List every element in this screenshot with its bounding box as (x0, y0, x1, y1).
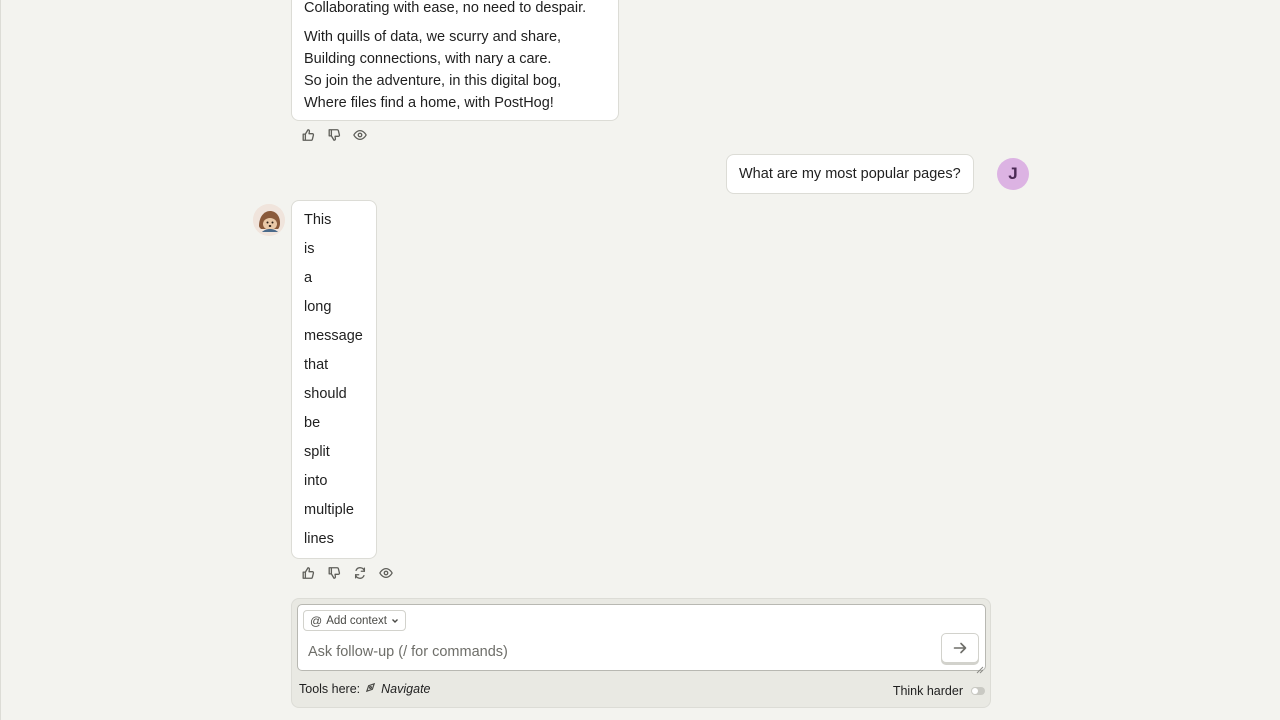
message-line: Where files find a home, with PostHog! (304, 95, 554, 111)
message-word: lines (304, 531, 334, 547)
user-avatar: J (997, 158, 1029, 190)
retry-button[interactable] (347, 563, 373, 583)
message-word: a (304, 270, 313, 286)
message-word: multiple (304, 502, 354, 518)
thumbs-up-button[interactable] (295, 125, 321, 145)
resize-grip-icon (976, 666, 984, 674)
message-line: So join the adventure, in this digital b… (304, 73, 562, 89)
hedgehog-avatar-icon (253, 204, 285, 236)
thumbs-down-icon (328, 567, 341, 579)
retry-icon (354, 567, 366, 579)
thumbs-down-icon (328, 129, 341, 141)
send-button[interactable] (941, 633, 979, 663)
message-actions (295, 563, 399, 583)
eye-icon (353, 129, 367, 141)
tools-label: Tools here: (299, 682, 361, 696)
tool-navigate: Navigate (381, 682, 431, 696)
message-word: be (304, 415, 321, 431)
at-icon: @ (310, 613, 323, 628)
resize-handle[interactable] (976, 661, 984, 674)
message-word: that (304, 357, 329, 373)
message-line: Collaborating with ease, no need to desp… (304, 0, 587, 16)
message-composer: @ Add context Tools here: Navigate Think… (291, 598, 991, 708)
page-left-border (0, 0, 1, 720)
message-word: is (304, 241, 315, 257)
thumbs-up-icon (302, 129, 315, 141)
thumbs-down-button[interactable] (321, 125, 347, 145)
add-context-button[interactable]: @ Add context (303, 610, 406, 631)
user-message: What are my most popular pages? (726, 154, 974, 194)
message-word: should (304, 386, 347, 402)
message-line: Building connections, with nary a care. (304, 51, 552, 67)
message-word: message (304, 328, 363, 344)
assistant-message-poem: Collaborating with ease, no need to desp… (291, 0, 619, 121)
think-harder-toggle[interactable] (971, 687, 985, 695)
message-word: long (304, 299, 332, 315)
assistant-message-long: This is a long message that should be sp… (291, 200, 377, 559)
follow-up-input[interactable] (308, 641, 928, 663)
view-trace-button[interactable] (373, 563, 399, 583)
eye-icon (379, 567, 393, 579)
think-harder-label: Think harder (892, 684, 963, 698)
message-line: With quills of data, we scurry and share… (304, 29, 562, 45)
composer-input-box: @ Add context (297, 604, 986, 674)
add-context-label: Add context (326, 614, 387, 627)
assistant-avatar (253, 204, 285, 236)
message-word: split (304, 444, 330, 460)
message-word: This (304, 212, 332, 228)
thumbs-down-button[interactable] (321, 563, 347, 583)
tools-row: Tools here: Navigate (299, 682, 431, 696)
view-trace-button[interactable] (347, 125, 373, 145)
think-harder-control[interactable]: Think harder (893, 684, 985, 698)
message-actions (295, 125, 373, 145)
compass-icon (365, 682, 376, 696)
message-word: into (304, 473, 328, 489)
thumbs-up-icon (302, 567, 315, 579)
thumbs-up-button[interactable] (295, 563, 321, 583)
chevron-down-icon (391, 618, 398, 623)
arrow-right-icon (953, 642, 967, 654)
